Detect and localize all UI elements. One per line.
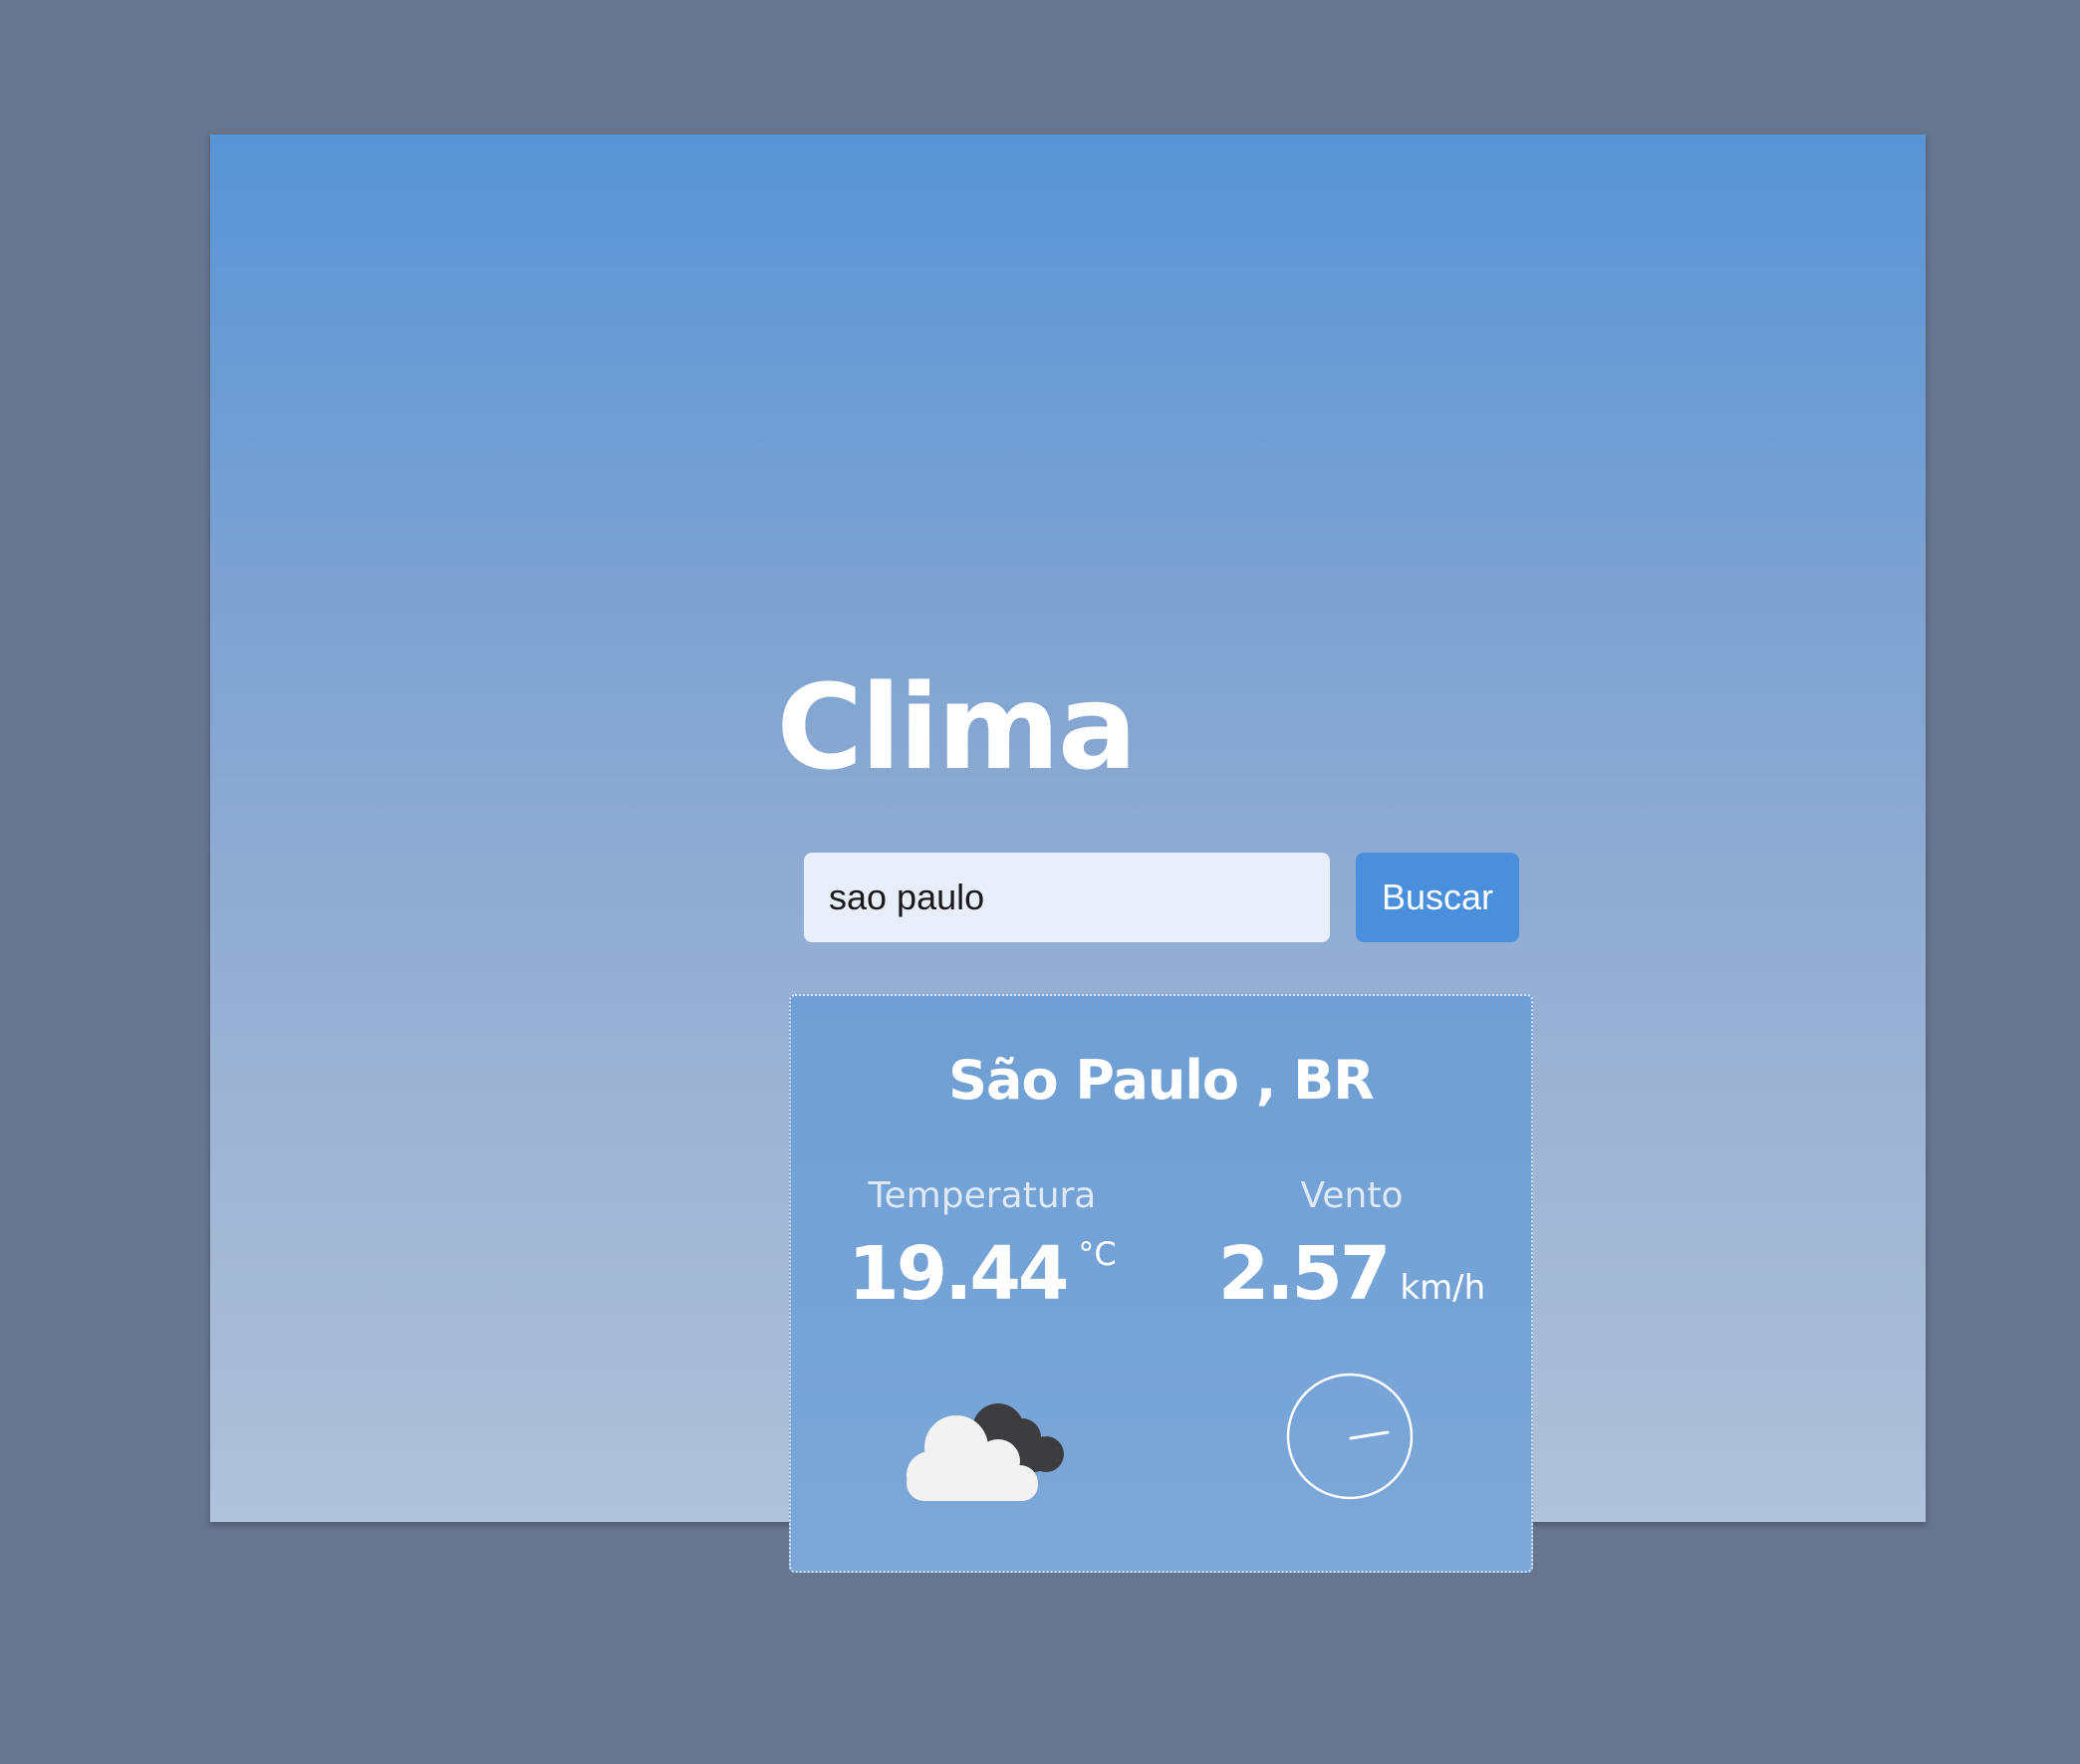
- search-button[interactable]: Buscar: [1356, 853, 1519, 942]
- temperature-label: Temperatura: [868, 1175, 1097, 1216]
- weather-card: São Paulo , BR Temperatura 19.44 °C Vento…: [789, 994, 1533, 1573]
- wind-section: Vento 2.57 km/h: [1202, 1173, 1501, 1319]
- weather-app: Clima Buscar São Paulo , BR Temperatura …: [210, 134, 1926, 1573]
- wind-reading: 2.57 km/h: [1202, 1229, 1501, 1319]
- temperature-unit: °C: [1078, 1235, 1117, 1273]
- temperature-reading: 19.44 °C: [833, 1229, 1132, 1319]
- wind-unit: km/h: [1400, 1268, 1486, 1308]
- cloudy-icon: [907, 1403, 1064, 1501]
- wind-label: Vento: [1300, 1175, 1404, 1216]
- app-title: Clima: [776, 658, 1137, 796]
- wind-value: 2.57: [1217, 1231, 1392, 1317]
- temperature-value: 19.44: [848, 1231, 1069, 1317]
- location-title: São Paulo , BR: [948, 1049, 1375, 1112]
- temperature-section: Temperatura 19.44 °C: [833, 1173, 1132, 1319]
- wind-direction-dial-icon: [1286, 1373, 1414, 1500]
- city-search-input[interactable]: [804, 853, 1330, 942]
